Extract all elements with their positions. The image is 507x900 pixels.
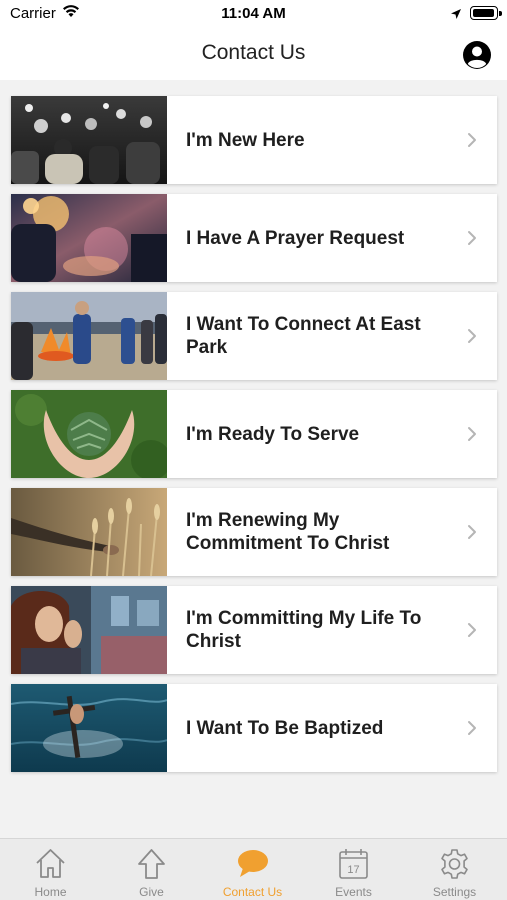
arrow-up-icon bbox=[138, 849, 165, 879]
hands-holding-plant-photo bbox=[11, 390, 167, 478]
navigation-bar: Contact Us bbox=[0, 28, 507, 80]
tab-label: Give bbox=[139, 885, 164, 899]
chevron-right-icon bbox=[468, 231, 476, 245]
location-icon bbox=[450, 7, 462, 25]
status-time: 11:04 AM bbox=[221, 5, 286, 22]
cross-in-water-photo bbox=[11, 684, 167, 772]
gear-icon bbox=[441, 849, 468, 879]
candle-prayer-photo bbox=[11, 194, 167, 282]
chevron-right-icon bbox=[468, 525, 476, 539]
tab-label: Home bbox=[34, 885, 67, 899]
calendar-day: 17 bbox=[347, 864, 359, 876]
list-item-label: I'm Renewing My Commitment To Christ bbox=[186, 510, 390, 554]
chevron-right-icon bbox=[468, 623, 476, 637]
chevron-right-icon bbox=[468, 133, 476, 147]
list-item-label: I Have A Prayer Request bbox=[186, 227, 405, 249]
list-item-label: I Want To Be Baptized bbox=[186, 717, 384, 739]
woman-praying-photo bbox=[11, 586, 167, 674]
tab-events[interactable]: 17 Events bbox=[303, 839, 404, 900]
list-item-label: I'm Committing My Life To Christ bbox=[186, 608, 422, 652]
battery-icon bbox=[470, 6, 502, 20]
beach-bonfire-photo bbox=[11, 292, 167, 380]
list-item-label: I Want To Connect At East Park bbox=[186, 314, 421, 358]
tab-label: Settings bbox=[432, 885, 477, 899]
list-item[interactable]: I Want To Connect At East Park bbox=[11, 292, 497, 380]
list-item[interactable]: I Have A Prayer Request bbox=[11, 194, 497, 282]
list-item[interactable]: I'm Ready To Serve bbox=[11, 390, 497, 478]
tab-home[interactable]: Home bbox=[0, 839, 101, 900]
calendar-icon: 17 bbox=[339, 849, 368, 879]
chevron-right-icon bbox=[468, 329, 476, 343]
chevron-right-icon bbox=[468, 721, 476, 735]
speech-bubble-icon bbox=[238, 850, 268, 877]
home-icon bbox=[36, 849, 65, 878]
tab-label: Events bbox=[335, 885, 372, 899]
tab-label: Contact Us bbox=[222, 885, 283, 899]
list-item-label: I'm New Here bbox=[186, 129, 305, 151]
list-item-label: I'm Ready To Serve bbox=[186, 423, 360, 445]
hand-wheat-field-photo bbox=[11, 488, 167, 576]
list-item[interactable]: I'm New Here bbox=[11, 96, 497, 184]
page-title: Contact Us bbox=[201, 41, 306, 64]
tab-bar: Home Give Contact Us 17 Events Settings bbox=[0, 838, 507, 900]
profile-icon[interactable] bbox=[462, 40, 492, 70]
tab-contact-us[interactable]: Contact Us bbox=[202, 839, 303, 900]
contact-options-list: I'm New Here I Have A Prayer Request I W… bbox=[11, 96, 497, 782]
status-bar: Carrier 11:04 AM bbox=[0, 0, 507, 28]
list-item[interactable]: I'm Renewing My Commitment To Christ bbox=[11, 488, 497, 576]
tab-give[interactable]: Give bbox=[101, 839, 202, 900]
list-item[interactable]: I'm Committing My Life To Christ bbox=[11, 586, 497, 674]
chevron-right-icon bbox=[468, 427, 476, 441]
tab-settings[interactable]: Settings bbox=[404, 839, 505, 900]
crowd-worship-photo bbox=[11, 96, 167, 184]
list-item[interactable]: I Want To Be Baptized bbox=[11, 684, 497, 772]
